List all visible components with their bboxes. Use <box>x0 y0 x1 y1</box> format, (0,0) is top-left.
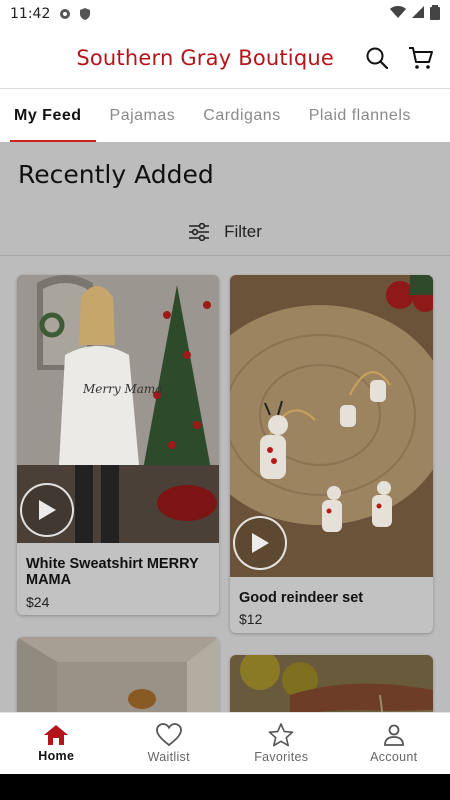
nav-favorites[interactable]: Favorites <box>225 713 338 774</box>
nav-favorites-label: Favorites <box>254 750 309 764</box>
star-icon <box>268 723 294 747</box>
tabs-fade <box>410 89 450 142</box>
brand-title: Southern Gray Boutique <box>76 46 334 70</box>
nav-home-label: Home <box>38 749 75 763</box>
tab-plaid-flannels[interactable]: Plaid flannels <box>295 89 425 142</box>
person-icon <box>383 724 404 746</box>
heart-icon <box>155 723 182 747</box>
product-image <box>17 637 219 712</box>
nav-home[interactable]: Home <box>0 713 113 774</box>
wifi-icon <box>390 5 406 23</box>
shield-icon <box>78 7 92 21</box>
cart-icon <box>409 47 433 69</box>
play-video-button[interactable] <box>20 483 74 537</box>
tab-cardigans[interactable]: Cardigans <box>189 89 294 142</box>
status-bar: 11:42 <box>0 0 450 28</box>
nav-account[interactable]: Account <box>338 713 450 774</box>
product-title: Good reindeer set <box>239 590 364 606</box>
nav-account-label: Account <box>370 750 418 764</box>
signal-icon <box>411 5 425 23</box>
nav-waitlist[interactable]: Waitlist <box>113 713 226 774</box>
play-icon <box>39 500 56 520</box>
play-video-button[interactable] <box>233 516 287 570</box>
home-icon <box>44 725 69 745</box>
product-price: $12 <box>239 611 263 627</box>
filter-button[interactable]: Filter <box>0 208 450 256</box>
status-time: 11:42 <box>10 6 51 22</box>
product-card[interactable] <box>230 655 433 712</box>
search-button[interactable] <box>362 43 392 73</box>
search-icon <box>366 47 389 70</box>
tab-my-feed[interactable]: My Feed <box>0 89 96 142</box>
battery-icon <box>430 4 440 24</box>
product-card[interactable] <box>17 637 219 712</box>
category-tabs: My Feed Pajamas Cardigans Plaid flannels <box>0 88 450 142</box>
product-card[interactable]: Merry Mama White Sweatshirt MERRY MAMA $… <box>17 275 219 615</box>
system-navigation-bar <box>0 774 450 800</box>
filter-label: Filter <box>224 221 262 241</box>
filter-sliders-icon <box>189 222 210 241</box>
product-price: $24 <box>26 594 50 610</box>
bottom-navigation: Home Waitlist Favorites Account <box>0 712 450 774</box>
play-icon <box>252 533 269 553</box>
settings-gear-icon <box>58 7 72 21</box>
nav-waitlist-label: Waitlist <box>147 750 190 764</box>
product-title: White Sweatshirt MERRY MAMA <box>26 556 199 588</box>
app-header: Southern Gray Boutique <box>0 28 450 88</box>
sweatshirt-print: Merry Mama <box>82 382 162 396</box>
feed-content: Recently Added Filter Merry Mama White S… <box>0 142 450 712</box>
product-card[interactable]: Good reindeer set $12 <box>230 275 433 633</box>
section-title: Recently Added <box>18 160 214 189</box>
cart-button[interactable] <box>406 43 436 73</box>
product-image <box>230 655 433 712</box>
tab-pajamas[interactable]: Pajamas <box>96 89 190 142</box>
